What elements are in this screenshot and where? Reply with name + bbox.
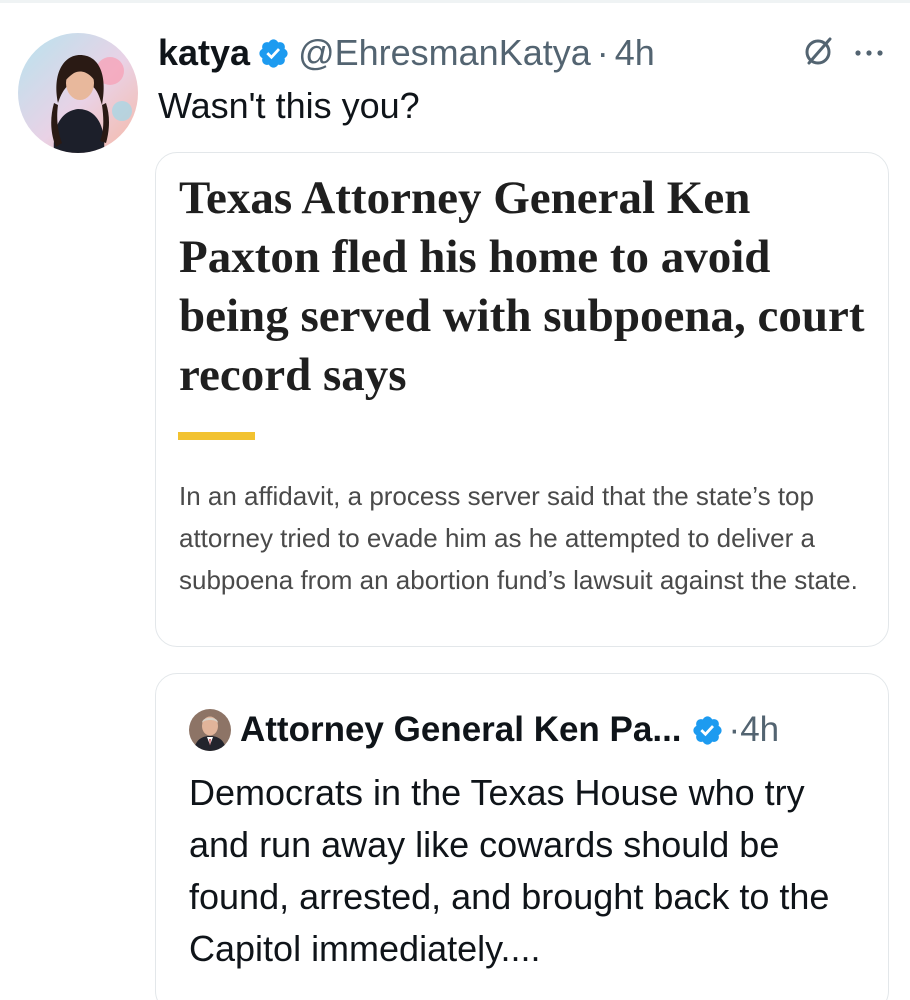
tweet-text: Wasn't this you? bbox=[158, 85, 420, 126]
author-name[interactable]: katya bbox=[158, 32, 250, 74]
author-handle[interactable]: @EhresmanKatya bbox=[298, 32, 591, 74]
quoted-tweet-header: Attorney General Ken Pa... · 4h bbox=[189, 707, 779, 753]
quoted-author-name[interactable]: Attorney General Ken Pa... bbox=[240, 710, 682, 750]
verified-badge-icon bbox=[691, 714, 724, 747]
timestamp[interactable]: 4h bbox=[615, 32, 655, 74]
quoted-tweet-card[interactable]: Attorney General Ken Pa... · 4h Democrat… bbox=[155, 673, 889, 1000]
article-card[interactable]: Texas Attorney General Ken Paxton fled h… bbox=[155, 152, 889, 647]
grok-slash-icon[interactable] bbox=[802, 34, 836, 73]
article-summary: In an affidavit, a process server said t… bbox=[179, 481, 858, 595]
separator-dot: · bbox=[728, 710, 741, 749]
avatar[interactable] bbox=[18, 33, 138, 153]
quoted-avatar[interactable] bbox=[189, 709, 231, 751]
separator-dot: · bbox=[596, 32, 609, 73]
quoted-tweet-text: Democrats in the Texas House who try and… bbox=[189, 772, 830, 969]
quoted-timestamp[interactable]: 4h bbox=[740, 710, 779, 750]
tweet-header: katya @EhresmanKatya · 4h bbox=[158, 28, 655, 78]
article-headline: Texas Attorney General Ken Paxton fled h… bbox=[179, 172, 865, 401]
verified-badge-icon bbox=[257, 37, 290, 70]
accent-bar bbox=[178, 432, 255, 440]
divider bbox=[0, 0, 910, 3]
tweet-actions bbox=[802, 34, 884, 73]
more-options-icon[interactable] bbox=[854, 45, 884, 63]
tweet-screenshot: katya @EhresmanKatya · 4h Wasn't this yo… bbox=[0, 0, 910, 1000]
